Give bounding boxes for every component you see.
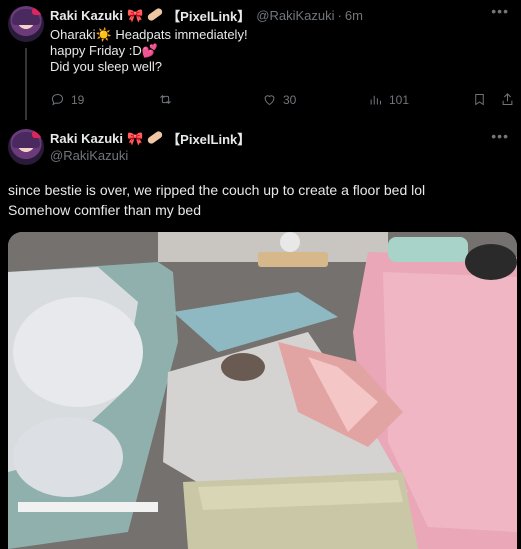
more-options-icon[interactable]: ••• [491,3,509,19]
bracket-name[interactable]: 【PixelLink】 [167,6,250,25]
reply-icon [51,93,64,106]
bow-emoji-icon: 🎀 [126,130,144,146]
reply-tweet-text: Oharaki☀️ Headpats immediately! happy Fr… [50,27,248,75]
avatar[interactable] [8,129,44,165]
display-name[interactable]: Raki Kazuki [50,8,123,23]
repost-icon [160,95,171,104]
text-line: Somehow comfier than my bed [8,202,201,218]
reply-button[interactable]: 19 [50,92,84,107]
text-line: Oharaki☀️ Headpats immediately! [50,27,248,42]
bow-emoji-icon: 🎀 [126,7,144,23]
bookmark-icon [475,94,484,106]
author-row: Raki Kazuki 🎀 【PixelLink】 [50,129,250,148]
main-tweet-text: since bestie is over, we ripped the couc… [8,180,425,220]
views-button[interactable]: 101 [368,92,409,107]
author-row: Raki Kazuki 🎀 【PixelLink】 @RakiKazuki · … [50,6,363,25]
thread-line [25,48,27,120]
bandage-emoji-icon [146,7,164,22]
bandage-emoji-icon [146,130,164,145]
text-line: Did you sleep well? [50,59,163,74]
photo-illustration [8,232,517,549]
display-name[interactable]: Raki Kazuki [50,131,123,146]
like-count: 30 [283,92,297,107]
view-count: 101 [389,92,410,107]
text-line: since bestie is over, we ripped the couc… [8,182,426,198]
handle-row: @RakiKazuki [50,148,128,163]
text-line: happy Friday :D💕 [50,43,158,58]
avatar[interactable] [8,6,44,42]
analytics-icon [370,95,381,105]
sun-emoji-icon: ☀️ [95,27,112,42]
share-button[interactable] [500,92,515,107]
separator-dot: · [337,8,342,23]
heart-icon [264,95,275,106]
hearts-emoji-icon: 💕 [141,43,158,58]
timestamp[interactable]: 6m [345,8,363,23]
bracket-name[interactable]: 【PixelLink】 [167,129,250,148]
handle[interactable]: @RakiKazuki [50,148,128,163]
handle[interactable]: @RakiKazuki [256,8,334,23]
repost-button[interactable] [158,92,173,107]
reply-count: 19 [71,92,85,107]
more-options-icon[interactable]: ••• [491,128,509,144]
tweet-photo[interactable] [8,232,517,549]
bookmark-button[interactable] [472,92,487,107]
like-button[interactable]: 30 [262,92,296,107]
share-icon [502,93,513,105]
action-bar: 19 30 101 [50,92,515,108]
